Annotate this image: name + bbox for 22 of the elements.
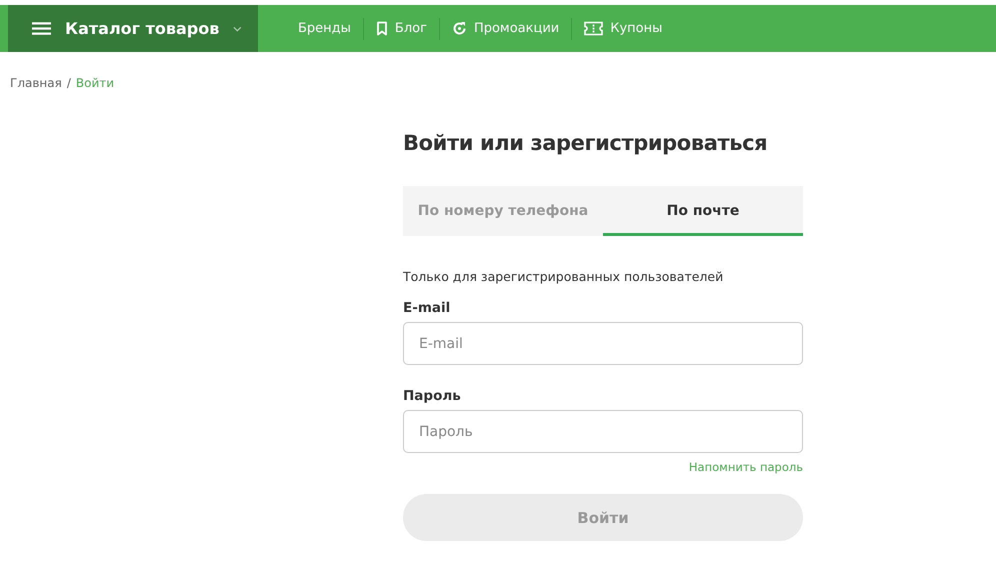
- tab[interactable]: По номеру телефона: [403, 186, 603, 236]
- field-label: E-mail: [403, 300, 452, 316]
- breadcrumb-link[interactable]: Войти: [76, 76, 114, 90]
- breadcrumb-separator: /: [66, 76, 71, 90]
- nav-link[interactable]: Купоны: [572, 21, 674, 36]
- nav-link[interactable]: Промоакции: [440, 21, 572, 36]
- breadcrumb-link[interactable]: Главная: [10, 76, 62, 90]
- email-field[interactable]: E-mail: [403, 322, 803, 366]
- forgot-password-link[interactable]: Напомнить пароль: [688, 460, 803, 474]
- tab[interactable]: По почте: [603, 186, 803, 236]
- bookmark-icon: [376, 21, 388, 36]
- catalog-button[interactable]: Каталог товаров: [8, 5, 258, 52]
- field-label: Пароль: [403, 388, 462, 404]
- chevron-icon: [233, 26, 242, 32]
- nav-link[interactable]: Блог: [364, 21, 439, 36]
- password-field[interactable]: Пароль: [403, 410, 803, 454]
- nav-link[interactable]: Бренды: [286, 21, 363, 36]
- menu-icon: [32, 21, 52, 36]
- ticket-icon: [584, 21, 604, 36]
- page-title: Войти или зарегистрироваться: [403, 130, 768, 157]
- refresh-icon: [452, 21, 467, 36]
- info-text: Только для зарегистрированных пользователей: [403, 269, 724, 284]
